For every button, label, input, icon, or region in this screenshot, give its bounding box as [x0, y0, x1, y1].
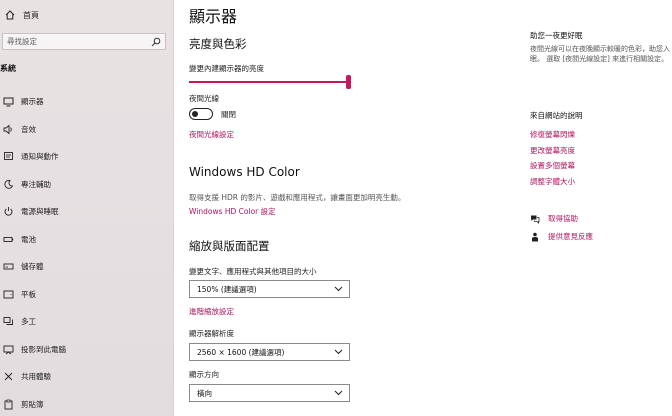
hdr-heading: Windows HD Color — [189, 165, 300, 179]
help-link-change-brightness[interactable]: 更改螢幕亮度 — [530, 145, 575, 156]
sidebar-item-label: 專注輔助 — [21, 179, 51, 189]
chevron-down-icon — [333, 284, 343, 294]
power-icon — [3, 206, 14, 217]
sidebar-item-project[interactable]: 投影到此電腦 — [0, 336, 174, 364]
section-heading-system: 系統 — [0, 64, 16, 73]
sidebar-item-label: 顯示器 — [21, 97, 44, 107]
sidebar-item-power-sleep[interactable]: 電源與睡眠 — [0, 198, 174, 226]
brightness-slider[interactable] — [189, 75, 351, 89]
home-nav-item[interactable]: 首頁 — [0, 6, 174, 24]
clipboard-icon — [3, 399, 14, 410]
sidebar-item-label: 共用體驗 — [21, 372, 51, 382]
night-light-label: 夜間光線 — [189, 94, 219, 103]
chevron-down-icon — [333, 388, 343, 398]
get-help-link[interactable]: 取得協助 — [530, 213, 578, 224]
sidebar-item-label: 平板 — [21, 289, 36, 299]
sidebar-item-label: 通知與動作 — [21, 152, 59, 162]
get-help-label: 取得協助 — [548, 214, 578, 223]
battery-icon — [3, 234, 14, 245]
multitask-icon — [3, 316, 14, 327]
sidebar-item-tablet[interactable]: 平板 — [0, 281, 174, 309]
sidebar-item-shared-experiences[interactable]: 共用體驗 — [0, 363, 174, 391]
sidebar-item-label: 音效 — [21, 124, 36, 134]
search-placeholder: 尋找設定 — [7, 37, 37, 46]
night-light-toggle[interactable] — [189, 108, 213, 120]
chevron-down-icon — [333, 347, 343, 357]
sidebar-item-battery[interactable]: 電池 — [0, 226, 174, 254]
moon-icon — [3, 179, 14, 190]
sidebar-item-label: 投影到此電腦 — [21, 344, 66, 354]
page-title: 顯示器 — [189, 7, 238, 26]
scale-value: 150% (建議選項) — [197, 284, 257, 294]
slider-thumb[interactable] — [346, 75, 351, 89]
sidebar-nav: 顯示器 音效 通知與動作 專注輔助 電源與睡眠 電池 儲存體 平板 多工 投影到… — [0, 88, 174, 416]
resolution-label: 顯示器解析度 — [189, 329, 234, 338]
storage-icon — [3, 261, 14, 272]
sidebar-item-focus-assist[interactable]: 專注輔助 — [0, 171, 174, 199]
resolution-dropdown[interactable]: 2560 × 1600 (建議選項) — [189, 343, 350, 361]
web-help-heading: 來自網站的說明 — [530, 111, 583, 120]
search-icon[interactable] — [150, 36, 162, 48]
orientation-label: 顯示方向 — [189, 370, 219, 379]
tip-heading: 助您一夜更好眠 — [530, 31, 583, 40]
sidebar-item-label: 電池 — [21, 234, 36, 244]
sidebar-item-clipboard[interactable]: 剪貼簿 — [0, 391, 174, 416]
notification-icon — [3, 151, 14, 162]
chat-help-icon — [530, 214, 540, 224]
night-light-state: 關閉 — [221, 110, 236, 119]
orientation-value: 橫向 — [197, 388, 212, 398]
scale-dropdown[interactable]: 150% (建議選項) — [189, 280, 350, 298]
night-light-settings-link[interactable]: 夜間光線設定 — [189, 129, 234, 140]
search-input[interactable]: 尋找設定 — [2, 33, 166, 50]
tablet-icon — [3, 289, 14, 300]
feedback-icon — [530, 232, 540, 242]
home-icon — [5, 10, 15, 20]
advanced-scaling-link[interactable]: 進階縮放設定 — [189, 306, 234, 317]
sidebar-item-label: 多工 — [21, 317, 36, 327]
speaker-icon — [3, 124, 14, 135]
sidebar-item-notifications[interactable]: 通知與動作 — [0, 143, 174, 171]
shared-icon — [3, 371, 14, 382]
scale-layout-heading: 縮放與版面配置 — [189, 239, 270, 253]
toggle-knob — [192, 110, 198, 117]
brightness-slider-label: 變更內建顯示器的亮度 — [189, 64, 264, 73]
sidebar-item-multitasking[interactable]: 多工 — [0, 308, 174, 336]
sidebar-item-label: 剪貼簿 — [21, 399, 44, 409]
help-link-multiple-displays[interactable]: 設置多個螢幕 — [530, 160, 575, 171]
monitor-icon — [3, 96, 14, 107]
resolution-value: 2560 × 1600 (建議選項) — [197, 347, 285, 357]
slider-fill — [189, 81, 346, 83]
orientation-dropdown[interactable]: 橫向 — [189, 384, 350, 402]
sidebar-item-display[interactable]: 顯示器 — [0, 88, 174, 116]
home-label: 首頁 — [23, 10, 39, 20]
feedback-link[interactable]: 提供意見反應 — [530, 231, 593, 242]
help-link-font-size[interactable]: 調整字體大小 — [530, 176, 575, 187]
brightness-heading: 亮度與色彩 — [189, 37, 247, 51]
tip-text: 夜間光線可以在夜晚顯示較暖的色彩，助您入眠。 選取 [夜間光線設定] 來進行相關… — [530, 45, 670, 63]
sidebar-item-sound[interactable]: 音效 — [0, 116, 174, 144]
feedback-label: 提供意見反應 — [548, 232, 593, 241]
hdr-settings-link[interactable]: Windows HD Color 設定 — [189, 206, 276, 217]
project-icon — [3, 344, 14, 355]
sidebar-item-label: 電源與睡眠 — [21, 207, 59, 217]
sidebar: 首頁 尋找設定 系統 顯示器 音效 通知與動作 專注輔助 電源與睡眠 電池 儲存… — [0, 0, 174, 416]
sidebar-item-label: 儲存體 — [21, 262, 44, 272]
sidebar-item-storage[interactable]: 儲存體 — [0, 253, 174, 281]
scale-label: 變更文字、應用程式與其他項目的大小 — [189, 267, 317, 276]
hdr-description: 取得支援 HDR 的影片、遊戲和應用程式，讓畫面更加明亮生動。 — [189, 193, 406, 202]
help-link-fix-flicker[interactable]: 修復螢幕閃爍 — [530, 129, 575, 140]
